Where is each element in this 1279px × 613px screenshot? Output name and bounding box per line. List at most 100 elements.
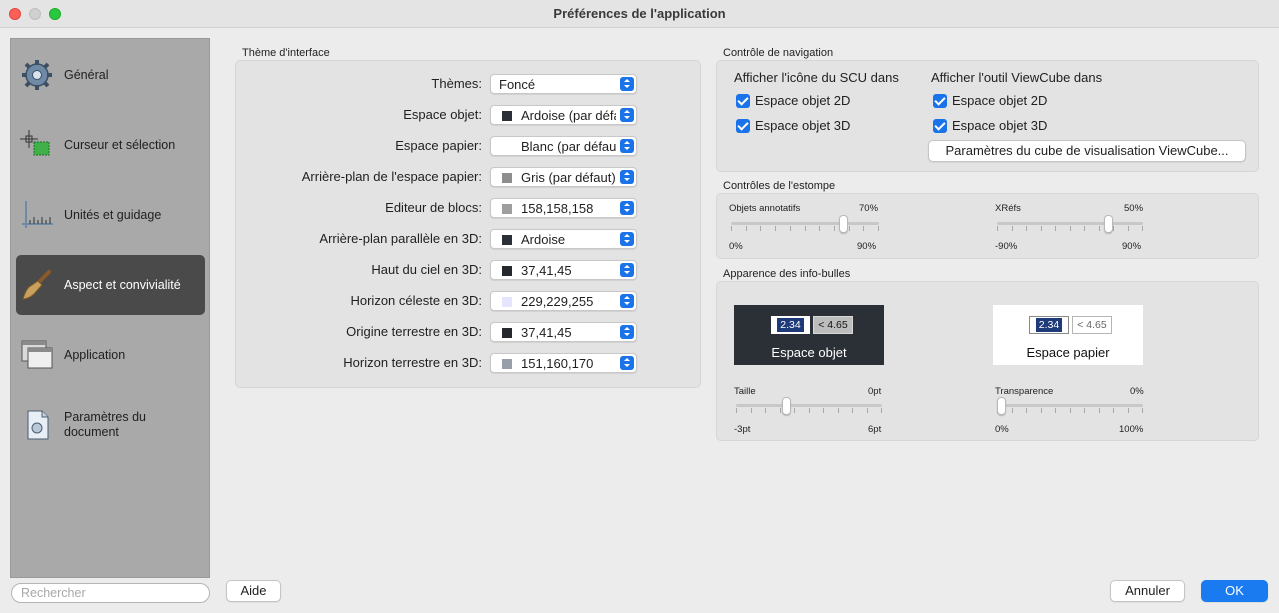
sidebar-item-application[interactable]: Application — [16, 325, 205, 385]
help-button[interactable]: Aide — [226, 580, 281, 602]
xref-fade-value: 50% — [1124, 203, 1144, 214]
theme-row-popup[interactable]: Ardoise — [490, 229, 637, 249]
annot-fade-max: 90% — [857, 241, 877, 252]
model-space-caption: Espace objet — [771, 345, 847, 360]
transparency-max: 100% — [1119, 424, 1144, 435]
ok-button[interactable]: OK — [1201, 580, 1268, 602]
theme-row-label: Arrière-plan parallèle en 3D: — [319, 231, 482, 246]
slider-knob[interactable] — [1103, 215, 1113, 233]
sidebar-item-label: Unités et guidage — [64, 207, 162, 222]
theme-row-popup[interactable]: 37,41,45 — [490, 260, 637, 280]
slider-tick — [1113, 226, 1114, 231]
slider-tick — [745, 226, 747, 231]
tooltip-value-1: 2.34 — [1035, 318, 1063, 332]
slider-knob[interactable] — [781, 397, 791, 415]
popup-stepper-icon — [620, 77, 634, 91]
slider-tick — [863, 226, 865, 231]
slider-tick — [866, 408, 868, 413]
slider-tick — [1011, 408, 1013, 413]
annot-fade-slider[interactable] — [731, 215, 879, 236]
slider-tick — [1069, 408, 1071, 413]
slider-knob[interactable] — [839, 215, 849, 233]
slider-tick — [1069, 226, 1071, 231]
scu-3d-checkbox[interactable]: Espace objet 3D — [736, 118, 850, 133]
sidebar-item-document-settings[interactable]: Paramètres du document — [16, 395, 205, 455]
sidebar-item-label: Aspect et convivialité — [64, 277, 181, 292]
xref-fade-max: 90% — [1122, 241, 1142, 252]
search-input[interactable] — [11, 583, 210, 603]
slider-tick — [1127, 408, 1129, 413]
color-swatch — [502, 266, 512, 276]
sidebar-item-general[interactable]: Général — [16, 45, 205, 105]
slider-track — [997, 404, 1143, 407]
viewcube-settings-button[interactable]: Paramètres du cube de visualisation View… — [928, 140, 1246, 162]
slider-tick — [1026, 226, 1027, 231]
popup-stepper-icon — [620, 232, 634, 246]
theme-group-title: Thème d'interface — [242, 47, 330, 59]
popup-stepper-icon — [620, 139, 634, 153]
cancel-button[interactable]: Annuler — [1110, 580, 1185, 602]
theme-row-popup[interactable]: Gris (par défaut) — [490, 167, 637, 187]
slider-tick — [833, 226, 835, 231]
slider-tick — [1026, 408, 1027, 413]
popup-value: Ardoise (par défaut) — [521, 108, 616, 123]
theme-row-popup[interactable]: Ardoise (par défaut) — [490, 105, 637, 125]
theme-row-popup[interactable]: Blanc (par défaut) — [490, 136, 637, 156]
sidebar-item-label: Général — [64, 67, 109, 82]
sidebar-item-look-and-feel[interactable]: Aspect et convivialité — [16, 255, 205, 315]
theme-group: Thèmes: Foncé Espace objet: Ardoise (par dé… — [235, 60, 701, 388]
slider-tick — [808, 408, 810, 413]
theme-row-popup[interactable]: 151,160,170 — [490, 353, 637, 373]
theme-row-label: Thèmes: — [431, 76, 482, 91]
checkbox-label: Espace objet 2D — [952, 93, 1048, 108]
xref-fade-slider[interactable] — [997, 215, 1143, 236]
viewcube-heading: Afficher l'outil ViewCube dans — [931, 70, 1103, 85]
fade-group: Objets annotatifs 70% 0% 90% XRéfs 50% -… — [716, 193, 1259, 259]
popup-stepper-icon — [620, 294, 634, 308]
theme-row-label: Origine terrestre en 3D: — [346, 324, 482, 339]
theme-row-popup[interactable]: Foncé — [490, 74, 637, 94]
popup-value: 37,41,45 — [521, 325, 572, 340]
window-title: Préférences de l'application — [553, 6, 726, 21]
annot-fade-value: 70% — [859, 203, 879, 214]
sidebar-item-units[interactable]: Unités et guidage — [16, 185, 205, 245]
annot-fade-label: Objets annotatifs — [729, 203, 801, 214]
slider-tick — [760, 226, 762, 231]
slider-tick — [819, 226, 821, 231]
color-swatch — [502, 142, 512, 152]
tooltip-value-1: 2.34 — [777, 318, 804, 332]
theme-row-popup[interactable]: 37,41,45 — [490, 322, 637, 342]
viewcube-3d-checkbox[interactable]: Espace objet 3D — [933, 118, 1047, 133]
theme-row-popup[interactable]: 158,158,158 — [490, 198, 637, 218]
sidebar-item-label: Curseur et sélection — [64, 137, 176, 152]
theme-row-popup[interactable]: 229,229,255 — [490, 291, 637, 311]
slider-tick — [789, 226, 791, 231]
popup-value: 151,160,170 — [521, 356, 594, 371]
scu-2d-checkbox[interactable]: Espace objet 2D — [736, 93, 850, 108]
title-bar: Préférences de l'application — [0, 0, 1279, 28]
slider-knob[interactable] — [997, 397, 1006, 415]
slider-tick — [1142, 408, 1143, 413]
slider-tick — [804, 226, 806, 231]
tooltip-value-2: < 4.65 — [1072, 316, 1112, 334]
transparency-slider[interactable] — [997, 397, 1143, 418]
checkbox-label: Espace objet 3D — [952, 118, 1048, 133]
checkbox-label: Espace objet 2D — [755, 93, 851, 108]
checkbox-checked-icon — [933, 118, 947, 133]
slider-tick — [1084, 226, 1085, 231]
slider-tick — [837, 408, 839, 413]
slider-tick — [736, 408, 737, 413]
viewcube-2d-checkbox[interactable]: Espace objet 2D — [933, 93, 1047, 108]
sidebar-item-cursor[interactable]: Curseur et sélection — [16, 115, 205, 175]
sidebar-item-label: Application — [64, 347, 126, 362]
annot-fade-min: 0% — [729, 241, 743, 252]
slider-tick — [779, 408, 781, 413]
size-slider[interactable] — [736, 397, 882, 418]
slider-tick — [1011, 226, 1013, 231]
windows-icon — [20, 338, 54, 372]
slider-tick — [1142, 226, 1143, 231]
scu-heading: Afficher l'icône du SCU dans — [734, 70, 899, 85]
slider-tick — [852, 408, 853, 413]
slider-tick — [1055, 408, 1056, 413]
size-max: 6pt — [868, 424, 882, 435]
